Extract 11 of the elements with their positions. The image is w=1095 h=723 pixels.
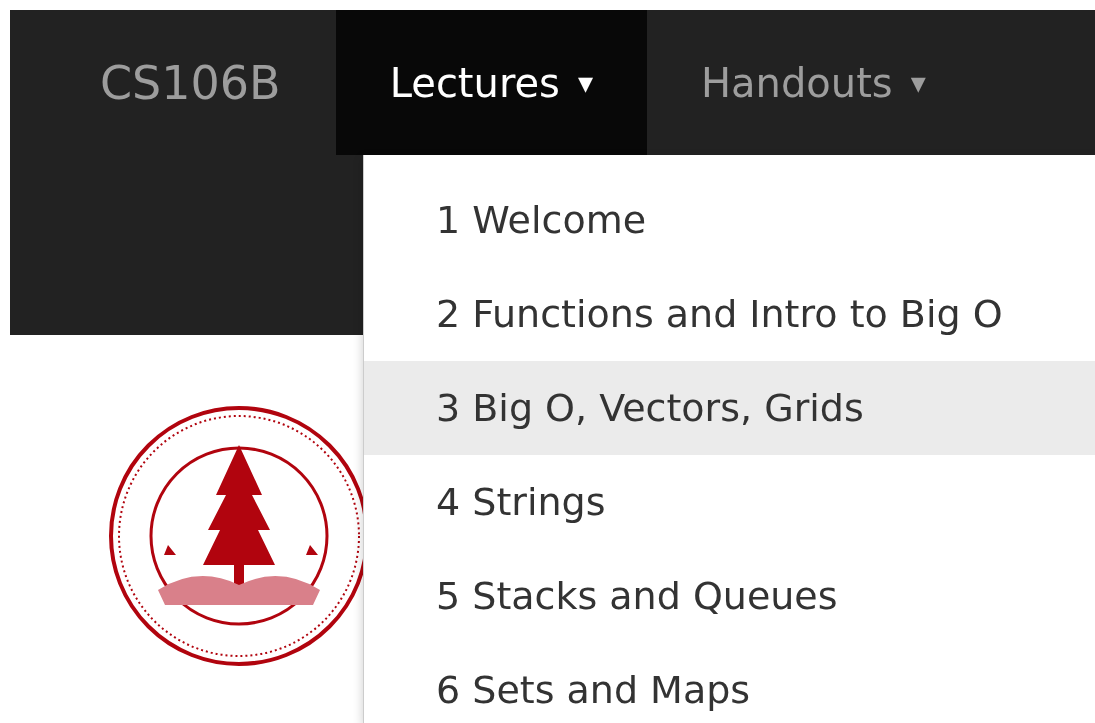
site-brand[interactable]: CS106B <box>10 59 336 106</box>
caret-icon: ▾ <box>910 60 926 105</box>
dropdown-item[interactable]: 6 Sets and Maps <box>364 643 1095 723</box>
dropdown-item[interactable]: 5 Stacks and Queues <box>364 549 1095 643</box>
dropdown-item[interactable]: 1 Welcome <box>364 173 1095 267</box>
dropdown-item[interactable]: 4 Strings <box>364 455 1095 549</box>
dropdown-item[interactable]: 2 Functions and Intro to Big O <box>364 267 1095 361</box>
dropdown-item[interactable]: 3 Big O, Vectors, Grids <box>364 361 1095 455</box>
nav-dropdown-toggle[interactable]: Lectures ▾ <box>335 10 647 155</box>
nav-dropdown-toggle[interactable]: Handouts ▾ <box>647 10 980 155</box>
caret-icon: ▾ <box>577 60 593 105</box>
